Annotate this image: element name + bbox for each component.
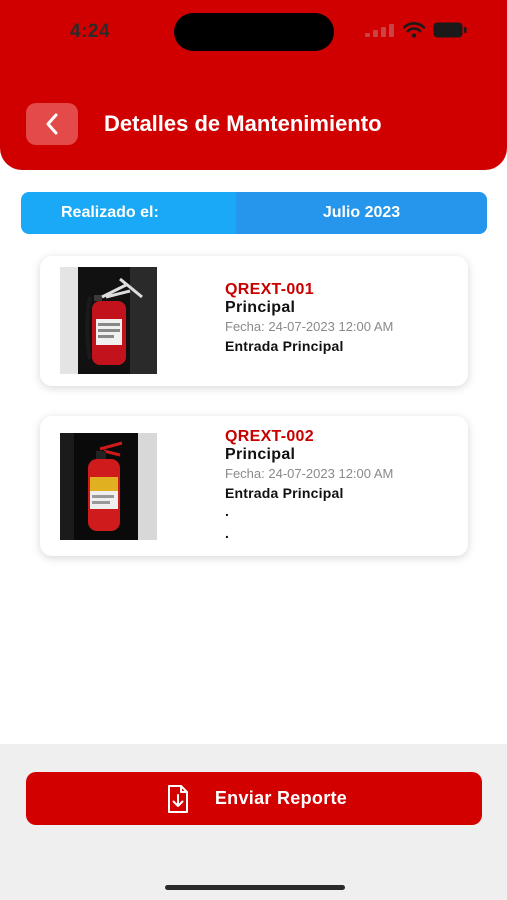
maintenance-card[interactable]: QREXT-001 Principal Fecha: 24-07-2023 12… bbox=[40, 256, 468, 386]
send-report-button[interactable]: Enviar Reporte bbox=[26, 772, 482, 825]
wifi-icon bbox=[403, 22, 425, 38]
card-info: QREXT-001 Principal Fecha: 24-07-2023 12… bbox=[225, 281, 393, 355]
filter-label: Realizado el: bbox=[61, 204, 159, 221]
battery-icon bbox=[433, 22, 467, 38]
maintenance-date: Fecha: 24-07-2023 12:00 AM bbox=[225, 466, 394, 481]
download-document-icon bbox=[167, 784, 188, 813]
footer-panel: Enviar Reporte bbox=[0, 744, 507, 900]
extinguisher-area: Principal bbox=[225, 446, 296, 463]
extinguisher-code: QREXT-001 bbox=[225, 281, 314, 298]
page-title: Detalles de Mantenimiento bbox=[104, 111, 382, 136]
back-button[interactable] bbox=[26, 103, 78, 145]
note-line: . bbox=[225, 525, 229, 541]
date-filter[interactable]: Realizado el: Julio 2023 bbox=[21, 192, 487, 234]
maintenance-card[interactable]: QREXT-002 Principal Fecha: 24-07-2023 12… bbox=[40, 416, 468, 556]
extinguisher-photo bbox=[60, 267, 157, 374]
extinguisher-code: QREXT-002 bbox=[225, 428, 314, 445]
signal-icon bbox=[365, 24, 394, 37]
card-info: QREXT-002 Principal Fecha: 24-07-2023 12… bbox=[225, 428, 393, 540]
header-bar: 4:24 Detalles de Mantenimiento bbox=[0, 0, 507, 170]
status-icons bbox=[365, 22, 467, 38]
filter-value[interactable]: Julio 2023 bbox=[236, 192, 487, 234]
extinguisher-photo bbox=[60, 433, 157, 540]
extinguisher-location: Entrada Principal bbox=[225, 338, 344, 354]
dynamic-island bbox=[174, 13, 334, 51]
maintenance-date: Fecha: 24-07-2023 12:00 AM bbox=[225, 319, 394, 334]
extinguisher-location: Entrada Principal bbox=[225, 485, 344, 501]
send-report-label: Enviar Reporte bbox=[214, 788, 348, 808]
home-indicator bbox=[165, 885, 345, 890]
note-line: . bbox=[225, 503, 229, 519]
chevron-left-icon bbox=[46, 113, 58, 135]
status-time: 4:24 bbox=[70, 21, 111, 42]
extinguisher-area: Principal bbox=[225, 299, 296, 316]
